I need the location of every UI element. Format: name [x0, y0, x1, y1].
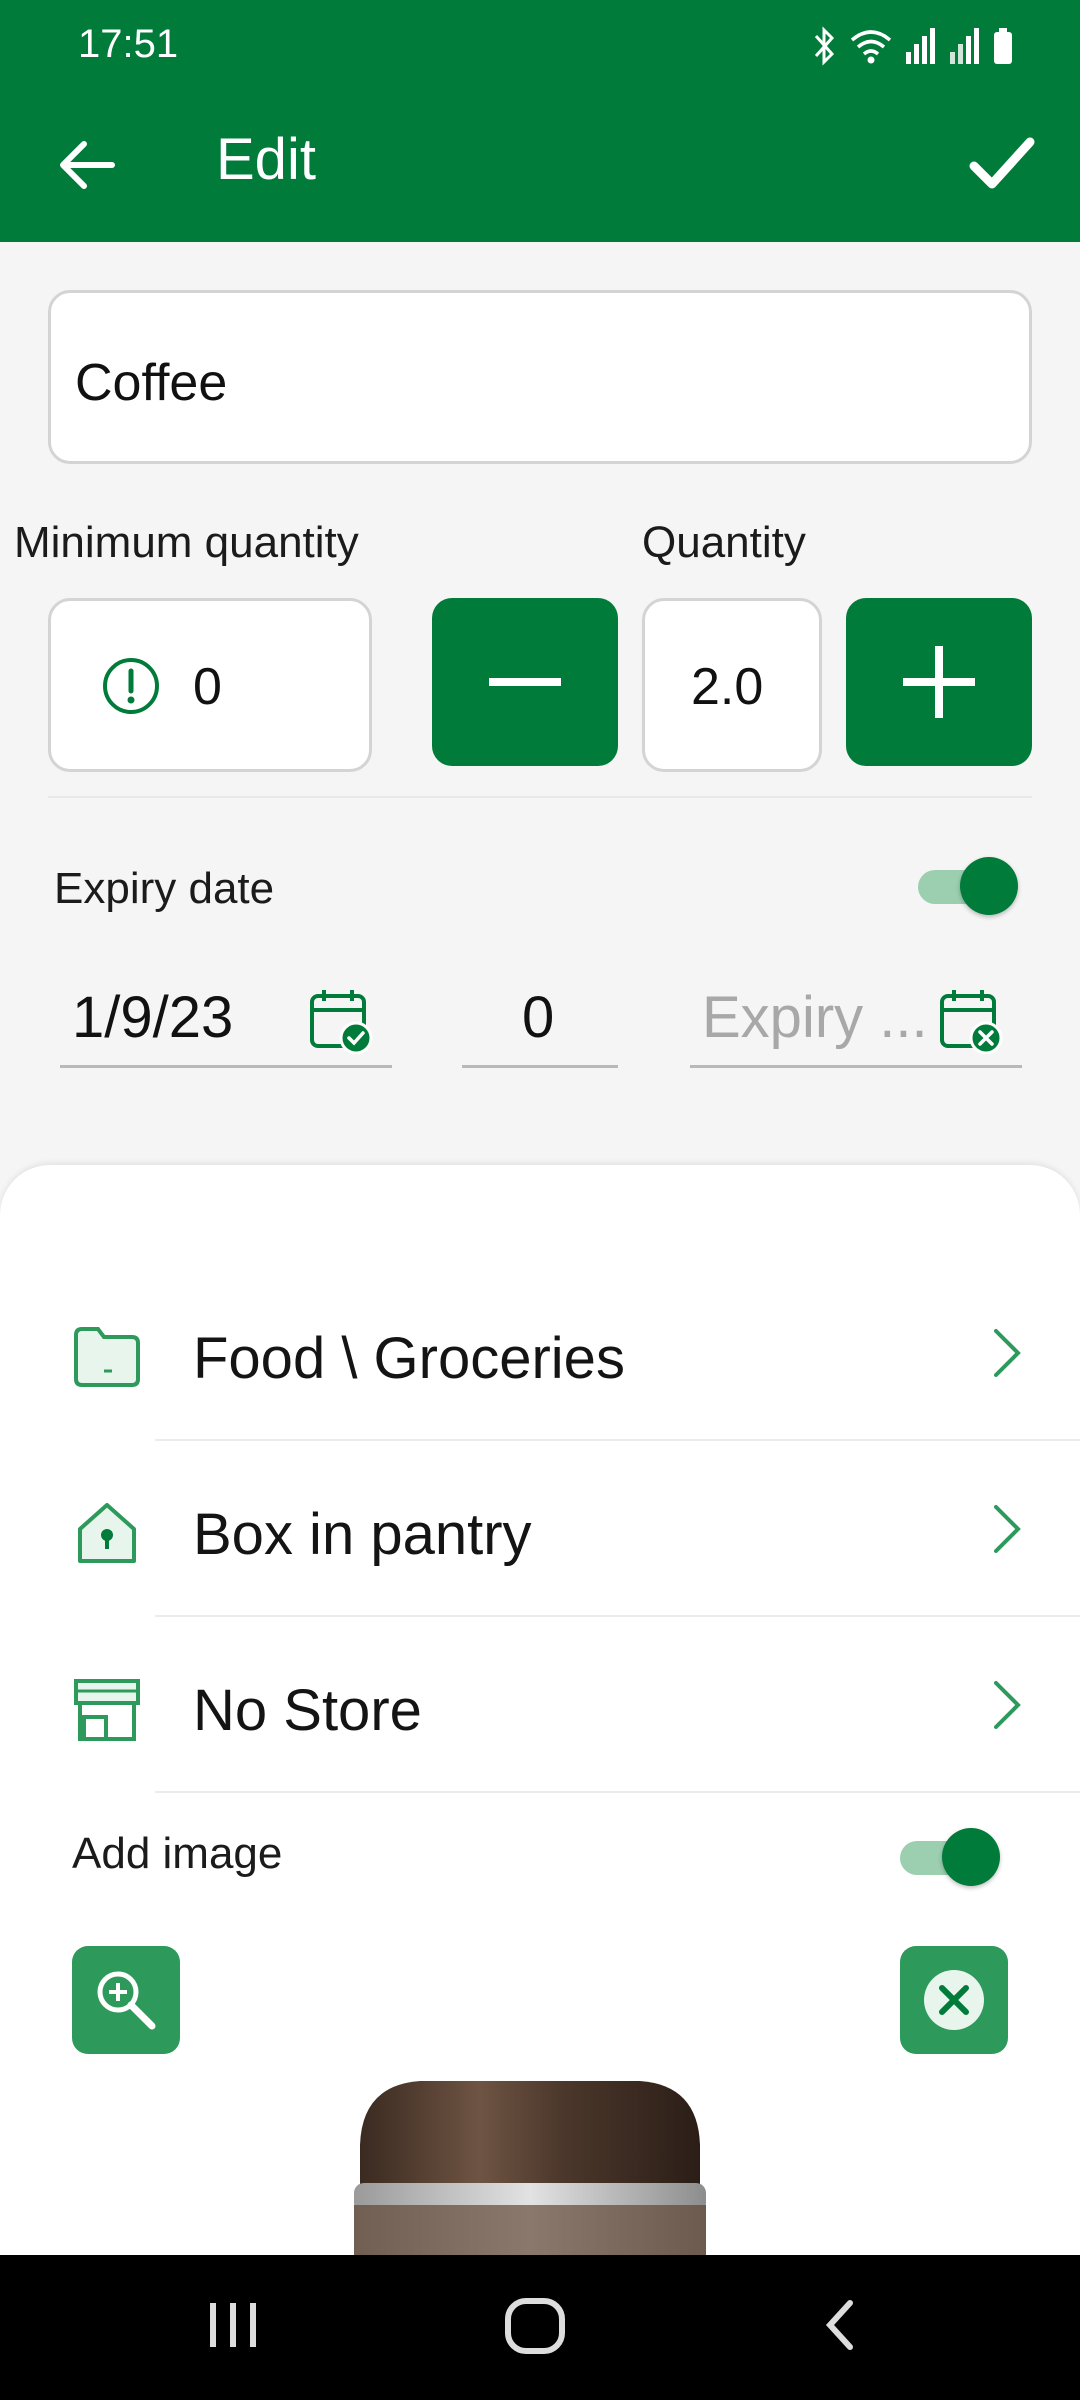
back-button[interactable] [52, 130, 122, 200]
purchase-date-value: 1/9/23 [72, 985, 234, 1050]
category-row[interactable]: Food \ Groceries [0, 1265, 1080, 1441]
chevron-right-icon [994, 1505, 1021, 1553]
page-title: Edit [216, 127, 316, 192]
alert-circle-icon [103, 658, 159, 714]
zoom-image-button[interactable] [72, 1946, 180, 2054]
days-value: 0 [522, 985, 555, 1050]
min-quantity-label: Minimum quantity [14, 518, 359, 567]
expiry-date-label: Expiry date [54, 864, 275, 913]
status-icons [810, 26, 1014, 66]
battery-icon [994, 28, 1012, 64]
check-icon [969, 137, 1035, 189]
expiry-date-placeholder: Expiry ... [702, 985, 928, 1050]
add-image-toggle[interactable] [900, 1827, 1000, 1887]
location-row[interactable]: Box in pantry [0, 1441, 1080, 1617]
min-quantity-input[interactable]: 0 [48, 598, 372, 772]
wifi-icon [850, 30, 892, 64]
expiry-date-toggle[interactable] [918, 856, 1018, 916]
row-divider [155, 1791, 1080, 1793]
category-label: Food \ Groceries [193, 1326, 625, 1391]
save-button[interactable] [964, 126, 1040, 202]
decrease-quantity-button[interactable] [432, 598, 618, 766]
back-nav-icon[interactable] [818, 2293, 862, 2357]
details-sheet: Food \ Groceries Box in pantry No Store … [0, 1165, 1080, 2255]
item-image [354, 2081, 706, 2255]
store-row[interactable]: No Store [0, 1617, 1080, 1793]
status-time: 17:51 [78, 22, 179, 66]
app-bar: Edit [0, 92, 1080, 242]
recent-apps-icon[interactable] [206, 2293, 260, 2357]
close-circle-icon [924, 1970, 984, 2030]
signal-icon [950, 28, 979, 64]
signal-icon [906, 28, 935, 64]
folder-icon [74, 1327, 140, 1387]
remove-image-button[interactable] [900, 1946, 1008, 2054]
toggle-thumb [960, 857, 1018, 915]
increase-quantity-button[interactable] [846, 598, 1032, 766]
quantity-label: Quantity [642, 518, 806, 567]
arrow-left-icon [60, 141, 115, 189]
store-icon [74, 1679, 140, 1741]
item-name-input[interactable]: Coffee [48, 290, 1032, 464]
toggle-thumb [942, 1828, 1000, 1886]
chevron-right-icon [994, 1329, 1021, 1377]
location-label: Box in pantry [193, 1502, 532, 1567]
item-name-value: Coffee [75, 354, 228, 412]
chevron-right-icon [994, 1681, 1021, 1729]
min-quantity-value: 0 [193, 658, 222, 716]
expiry-date-field[interactable]: Expiry ... [690, 970, 1022, 1068]
purchase-date-field[interactable]: 1/9/23 [60, 970, 392, 1068]
plus-icon [903, 646, 975, 718]
store-label: No Store [193, 1678, 422, 1743]
status-bar: 17:51 [0, 0, 1080, 92]
minus-icon [489, 678, 561, 686]
zoom-in-icon [97, 1971, 156, 2030]
calendar-check-icon [310, 990, 373, 1054]
system-nav-bar [0, 2255, 1080, 2400]
add-image-label: Add image [72, 1829, 283, 1878]
bluetooth-icon [814, 26, 835, 66]
home-icon[interactable] [502, 2293, 568, 2357]
divider [48, 796, 1032, 798]
quantity-value: 2.0 [691, 658, 764, 716]
quantity-input[interactable]: 2.0 [642, 598, 822, 772]
days-field[interactable]: 0 [462, 970, 618, 1068]
calendar-clear-icon [940, 990, 1003, 1054]
location-icon [78, 1503, 136, 1563]
